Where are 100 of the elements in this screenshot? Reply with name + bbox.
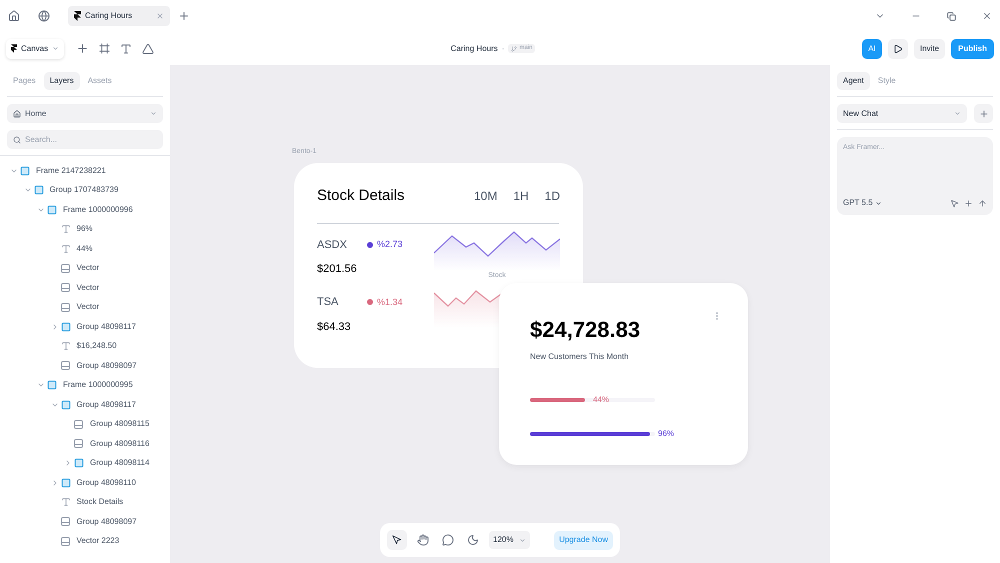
- stock-price: $64.33: [317, 320, 352, 334]
- text-icon: [60, 224, 70, 234]
- layer-name[interactable]: Group 48098115: [90, 418, 150, 430]
- layer-name[interactable]: Group 48098110: [76, 476, 136, 489]
- amount: $24,728.83: [530, 316, 642, 344]
- frame-icon: [34, 185, 44, 196]
- logo-icon: [74, 11, 81, 21]
- ticker: ASDX: [317, 238, 348, 252]
- panel-tab[interactable]: Layers: [44, 72, 80, 90]
- branch-icon: [511, 46, 518, 52]
- triangle-icon[interactable]: [142, 42, 154, 54]
- caret-icon: [52, 45, 60, 52]
- vector-icon: [60, 517, 70, 526]
- model-select[interactable]: GPT 5.5: [843, 197, 945, 209]
- home-icon: [13, 110, 21, 118]
- layer-name[interactable]: Frame 1000000995: [63, 379, 133, 392]
- globe-icon[interactable]: [38, 10, 50, 22]
- caret-icon: [874, 200, 882, 206]
- vector-icon: [60, 302, 70, 312]
- frame-icon: [60, 322, 70, 332]
- layer-name[interactable]: Group 1707483739: [50, 184, 118, 196]
- layer-name[interactable]: Group 48098116: [90, 438, 150, 450]
- new-tab-icon[interactable]: [178, 10, 190, 22]
- layer-name[interactable]: Stock Details: [76, 496, 124, 508]
- layer-name[interactable]: Group 48098097: [76, 516, 137, 528]
- moon-icon[interactable]: [467, 534, 479, 546]
- caret-icon: [150, 110, 157, 117]
- layer-name[interactable]: Group 48098117: [76, 398, 136, 411]
- pointer-icon: [392, 535, 402, 545]
- restore-icon[interactable]: [947, 12, 956, 20]
- layer-name[interactable]: Group 48098114: [90, 457, 150, 470]
- search-icon: [13, 136, 21, 144]
- progress-reading: 44%: [593, 394, 610, 406]
- frame-tool-icon[interactable]: [99, 43, 110, 54]
- layer-name[interactable]: Group 48098117: [76, 320, 136, 333]
- layer-name[interactable]: Vector 2223: [76, 535, 120, 548]
- close-window-icon[interactable]: [982, 11, 992, 21]
- plus-icon: [978, 108, 988, 118]
- vector-icon: [74, 420, 83, 429]
- frame-icon: [60, 478, 70, 488]
- change-value: %2.73: [377, 238, 403, 251]
- ticker: TSA: [317, 295, 340, 310]
- comment-icon[interactable]: [442, 534, 454, 546]
- play-icon: [892, 44, 903, 54]
- text-icon: [60, 244, 70, 254]
- new-chat-button[interactable]: [974, 104, 993, 123]
- frame-icon: [20, 166, 30, 176]
- range-option[interactable]: 1D: [544, 187, 560, 206]
- project-title: Caring Hours: [450, 42, 498, 54]
- hand-icon[interactable]: [417, 534, 429, 546]
- frame-icon: [60, 400, 70, 410]
- page-select[interactable]: Home: [7, 104, 163, 123]
- frame-icon: [74, 458, 84, 468]
- vector-icon: [60, 283, 70, 292]
- pointer-tool[interactable]: [387, 530, 407, 550]
- plus-icon[interactable]: [964, 198, 973, 208]
- progress-reading: 96%: [658, 428, 674, 440]
- collapse-caret-icon[interactable]: [64, 459, 72, 468]
- chat-select[interactable]: New Chat: [837, 104, 967, 123]
- frame-icon: [47, 204, 57, 215]
- caret-icon: [954, 110, 961, 117]
- frame-icon: [47, 380, 57, 390]
- text-icon: [60, 497, 70, 508]
- layer-name[interactable]: Frame 2147238221: [36, 164, 106, 177]
- layer-name[interactable]: 96%: [76, 223, 93, 236]
- layer-name[interactable]: Vector: [76, 282, 100, 294]
- zoom-select[interactable]: 120%: [489, 531, 530, 549]
- card-title: Stock Details: [317, 186, 406, 206]
- layer-name[interactable]: Frame 1000000996: [63, 204, 133, 216]
- add-icon[interactable]: [76, 42, 90, 55]
- vector-icon: [60, 264, 70, 273]
- text-tool-icon[interactable]: [120, 42, 132, 54]
- logo-icon: [11, 44, 17, 53]
- caret-icon: [519, 536, 526, 544]
- layer-name[interactable]: Vector: [76, 301, 100, 314]
- preview-button[interactable]: [888, 38, 908, 58]
- stock-price: $201.56: [317, 262, 358, 277]
- panel-tab[interactable]: Agent: [837, 72, 870, 90]
- text-icon: [60, 341, 70, 352]
- search-input[interactable]: Search...: [25, 134, 157, 146]
- change-value: %1.34: [377, 296, 403, 308]
- invite-button[interactable]: Invite: [914, 38, 946, 58]
- send-icon[interactable]: [978, 198, 987, 208]
- browser-tab[interactable]: Caring Hours: [68, 6, 170, 26]
- caption: New Customers This Month: [530, 351, 630, 363]
- vector-icon: [60, 536, 70, 546]
- range-option[interactable]: 10M: [474, 187, 498, 206]
- close-icon[interactable]: [156, 12, 164, 20]
- layer-name[interactable]: Group 48098097: [76, 360, 137, 372]
- search-field[interactable]: Search...: [7, 130, 163, 149]
- canvas-menu[interactable]: Canvas: [6, 38, 64, 58]
- layer-name[interactable]: $16,248.50: [76, 340, 117, 352]
- layer-name[interactable]: 44%: [76, 242, 93, 255]
- layer-name[interactable]: Vector: [76, 262, 100, 274]
- title-separator: ·: [502, 42, 504, 54]
- pointer-icon[interactable]: [950, 198, 959, 208]
- vector-icon: [60, 361, 70, 370]
- home-icon[interactable]: [8, 10, 20, 22]
- vector-icon: [74, 439, 83, 448]
- range-option[interactable]: 1H: [513, 187, 529, 206]
